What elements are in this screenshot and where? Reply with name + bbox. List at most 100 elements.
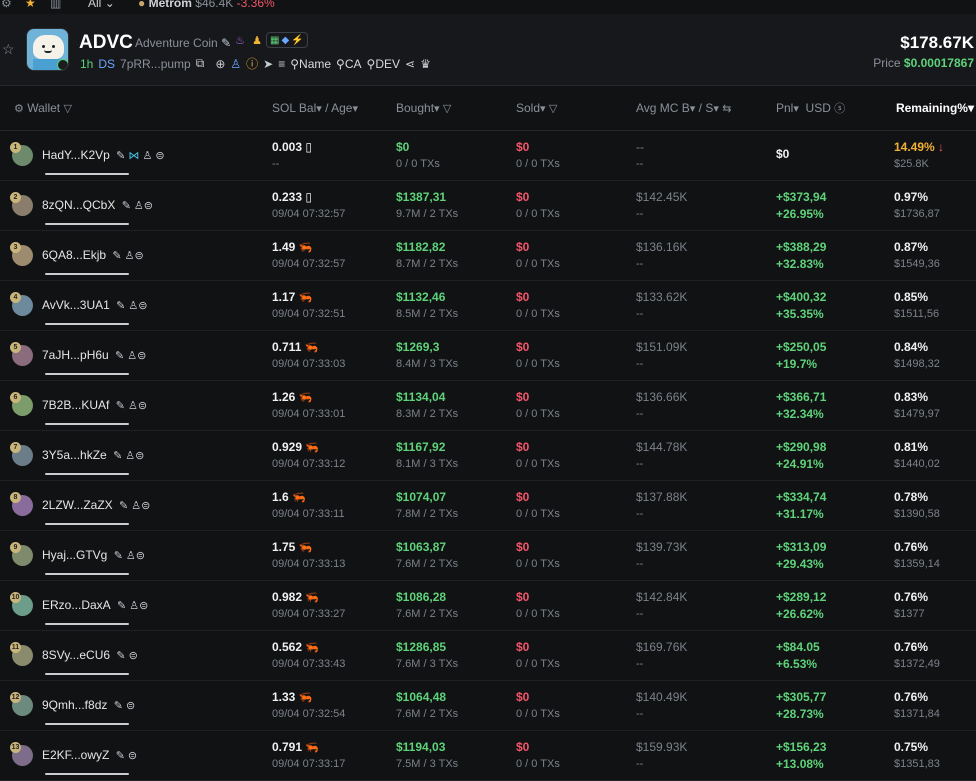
list-icon[interactable]: ⊜ — [126, 700, 135, 712]
wallet-cell[interactable]: 11 8SVy...eCU6 ✎ ⊜ — [0, 630, 272, 680]
edit-icon[interactable]: ✎ — [115, 349, 124, 362]
wallet-address[interactable]: 3Y5a...hkZe — [42, 448, 107, 462]
user-add-icon[interactable]: ♙ — [128, 400, 138, 412]
edit-icon[interactable]: ✎ — [114, 549, 123, 562]
col-wallet[interactable]: ⚙ Wallet ▽ — [0, 87, 272, 131]
list-icon[interactable]: ⊜ — [139, 600, 148, 612]
crown-icon[interactable]: ♛ — [420, 57, 431, 71]
wallet-cell[interactable]: 8 2LZW...ZaZX ✎ ♙⊜ — [0, 480, 272, 530]
col-pnl[interactable]: Pnl▾ USD ⓢ — [776, 87, 894, 131]
user-add-icon[interactable]: ♙ — [128, 300, 138, 312]
token-badges[interactable]: ▦ ◆ ⚡ — [266, 32, 308, 48]
list-icon[interactable]: ⊜ — [155, 150, 164, 162]
warning-icon[interactable]: ⓘ — [246, 55, 258, 72]
edit-icon[interactable]: ✎ — [113, 449, 122, 462]
user-add-icon[interactable]: ♙ — [131, 500, 141, 512]
table-row[interactable]: 7 3Y5a...hkZe ✎ ♙⊜ 0.929 🦐 09/04 07:33:12 $11… — [0, 430, 976, 480]
ticker-item[interactable]: ● Metrom $46.4K -3.36% — [138, 0, 275, 10]
wallet-cell[interactable]: 12 9Qmh...f8dz ✎ ⊜ — [0, 680, 272, 730]
table-row[interactable]: 2 8zQN...QCbX ✎ ♙⊜ 0.233 ▯ 09/04 07:32:57 $13… — [0, 180, 976, 230]
copy-icon[interactable]: ⧉ — [196, 56, 205, 71]
edit-icon[interactable]: ✎ — [122, 199, 131, 212]
edit-icon[interactable]: ✎ — [114, 699, 123, 712]
share-icon[interactable]: ⋖ — [405, 57, 415, 71]
col-sol-bal[interactable]: SOL Bal▾ / Age▾ — [272, 87, 396, 131]
list-icon[interactable]: ⊜ — [141, 500, 150, 512]
wallet-cell[interactable]: 6 7B2B...KUAf ✎ ♙⊜ — [0, 380, 272, 430]
table-row[interactable]: 3 6QA8...Ekjb ✎ ♙⊜ 1.49 🦐 09/04 07:32:57 $118… — [0, 230, 976, 280]
user-add-icon[interactable]: ♙ — [126, 550, 136, 562]
wallet-address[interactable]: 7B2B...KUAf — [42, 398, 109, 412]
wallet-address[interactable]: E2KF...owyZ — [42, 748, 109, 762]
edit-icon[interactable]: ✎ — [116, 749, 125, 762]
col-bought[interactable]: Bought▾ ▽ — [396, 87, 516, 131]
wallet-address[interactable]: 7aJH...pH6u — [42, 348, 109, 362]
table-row[interactable]: 8 2LZW...ZaZX ✎ ♙⊜ 1.6 🦐 09/04 07:33:11 $1074… — [0, 480, 976, 530]
wallet-address[interactable]: 9Qmh...f8dz — [42, 698, 107, 712]
user-add-icon[interactable]: ♙ — [129, 600, 139, 612]
list-icon[interactable]: ⊜ — [135, 450, 144, 462]
chart-icon[interactable]: ▥ — [50, 0, 61, 10]
edit-icon[interactable]: ✎ — [117, 599, 126, 612]
edit-icon[interactable]: ✎ — [112, 249, 121, 262]
table-row[interactable]: 5 7aJH...pH6u ✎ ♙⊜ 0.711 🦐 09/04 07:33:03 $12… — [0, 330, 976, 380]
filter-dropdown[interactable]: All ⌄ — [88, 0, 115, 10]
edit-icon[interactable]: ✎ — [221, 36, 231, 50]
token-logo[interactable] — [26, 28, 69, 71]
user-add-icon[interactable]: ♙ — [127, 350, 137, 362]
table-row[interactable]: 12 9Qmh...f8dz ✎ ⊜ 1.33 🦐 09/04 07:32:54 $106… — [0, 680, 976, 730]
wallet-cell[interactable]: 7 3Y5a...hkZe ✎ ♙⊜ — [0, 430, 272, 480]
wallet-cell[interactable]: 4 AvVk...3UA1 ✎ ♙⊜ — [0, 280, 272, 330]
table-row[interactable]: 9 Hyaj...GTVg ✎ ♙⊜ 1.75 🦐 09/04 07:33:13 $106… — [0, 530, 976, 580]
wallet-cell[interactable]: 5 7aJH...pH6u ✎ ♙⊜ — [0, 330, 272, 380]
wallet-cell[interactable]: 10 ERzo...DaxA ✎ ♙⊜ — [0, 580, 272, 630]
wallet-cell[interactable]: 2 8zQN...QCbX ✎ ♙⊜ — [0, 180, 272, 230]
globe-icon[interactable]: ⊕ — [215, 57, 225, 71]
col-avg-mc[interactable]: Avg MC B▾ / S▾ ⇆ — [636, 87, 776, 131]
col-remaining[interactable]: Remaining%▾ — [894, 87, 976, 131]
edit-icon[interactable]: ✎ — [116, 399, 125, 412]
wallet-address[interactable]: 2LZW...ZaZX — [42, 498, 113, 512]
table-row[interactable]: 1 HadY...K2Vp ✎ ⋈ ♙ ⊜ 0.003 ▯ -- $0 0 / 0 TXs $… — [0, 130, 976, 180]
edit-icon[interactable]: ✎ — [119, 499, 128, 512]
dexscreener-link[interactable]: DS — [98, 57, 115, 71]
gear-icon[interactable]: ⚙ — [1, 0, 12, 10]
wallet-address[interactable]: 6QA8...Ekjb — [42, 248, 106, 262]
star-icon[interactable]: ★ — [25, 0, 36, 10]
search-name-button[interactable]: ⚲Name — [290, 57, 331, 71]
edit-icon[interactable]: ✎ — [116, 149, 125, 162]
wallet-address[interactable]: 8SVy...eCU6 — [42, 648, 110, 662]
list-icon[interactable]: ⊜ — [144, 200, 153, 212]
search-ca-button[interactable]: ⚲CA — [336, 57, 361, 71]
table-row[interactable]: 4 AvVk...3UA1 ✎ ♙⊜ 1.17 🦐 09/04 07:32:51 $113… — [0, 280, 976, 330]
wallet-cell[interactable]: 1 HadY...K2Vp ✎ ⋈ ♙ ⊜ — [0, 130, 272, 180]
edit-icon[interactable]: ✎ — [116, 649, 125, 662]
user-add-icon[interactable]: ♙ — [142, 150, 152, 162]
edit-icon[interactable]: ✎ — [116, 299, 125, 312]
wallet-address[interactable]: HadY...K2Vp — [42, 148, 110, 162]
user-icon[interactable]: ♙ — [230, 57, 241, 71]
favorite-star-icon[interactable]: ☆ — [2, 42, 16, 56]
table-row[interactable]: 10 ERzo...DaxA ✎ ♙⊜ 0.982 🦐 09/04 07:33:27 $1… — [0, 580, 976, 630]
col-sold[interactable]: Sold▾ ▽ — [516, 87, 636, 131]
wallet-address[interactable]: 8zQN...QCbX — [42, 198, 115, 212]
list-icon[interactable]: ⊜ — [134, 250, 143, 262]
list-icon[interactable]: ⊜ — [137, 350, 146, 362]
user-add-icon[interactable]: ♙ — [134, 200, 144, 212]
wallet-cell[interactable]: 13 E2KF...owyZ ✎ ⊜ — [0, 730, 272, 780]
token-address[interactable]: 7pRR...pump — [120, 57, 191, 71]
wallet-address[interactable]: AvVk...3UA1 — [42, 298, 110, 312]
table-row[interactable]: 11 8SVy...eCU6 ✎ ⊜ 0.562 🦐 09/04 07:33:43 $12… — [0, 630, 976, 680]
list-icon[interactable]: ≡ — [278, 57, 285, 71]
wallet-cell[interactable]: 3 6QA8...Ekjb ✎ ♙⊜ — [0, 230, 272, 280]
list-icon[interactable]: ⊜ — [129, 650, 138, 662]
table-row[interactable]: 13 E2KF...owyZ ✎ ⊜ 0.791 🦐 09/04 07:33:17 $11… — [0, 730, 976, 780]
table-row[interactable]: 6 7B2B...KUAf ✎ ♙⊜ 1.26 🦐 09/04 07:33:01 $113… — [0, 380, 976, 430]
search-dev-button[interactable]: ⚲DEV — [367, 57, 400, 71]
user-add-icon[interactable]: ♙ — [125, 450, 135, 462]
wallet-address[interactable]: Hyaj...GTVg — [42, 548, 107, 562]
telegram-icon[interactable]: ➤ — [263, 57, 273, 71]
list-icon[interactable]: ⊜ — [138, 400, 147, 412]
list-icon[interactable]: ⊜ — [138, 300, 147, 312]
wallet-address[interactable]: ERzo...DaxA — [42, 598, 111, 612]
